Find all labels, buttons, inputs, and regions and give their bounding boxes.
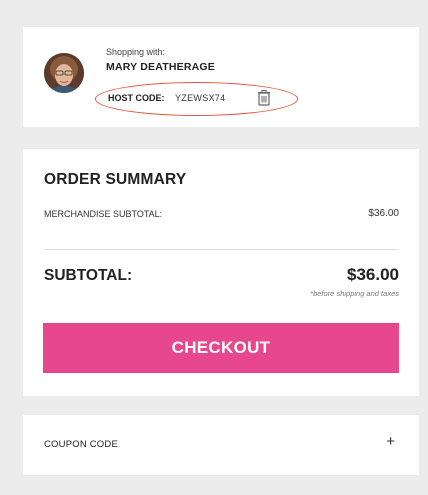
trash-icon[interactable] <box>256 89 272 107</box>
subtotal-note: *before shipping and taxes <box>310 289 399 298</box>
subtotal-value: $36.00 <box>347 265 399 284</box>
host-card: Shopping with: MARY DEATHERAGE HOST CODE… <box>23 27 419 127</box>
host-code-label: HOST CODE: <box>108 93 165 103</box>
coupon-code-label: COUPON CODE <box>44 439 118 450</box>
host-avatar <box>44 53 84 93</box>
host-code-highlight: HOST CODE: YZEWSX74 <box>95 82 298 116</box>
plus-icon[interactable]: + <box>386 434 395 449</box>
checkout-button[interactable]: CHECKOUT <box>43 323 399 373</box>
coupon-code-toggle[interactable]: COUPON CODE + <box>23 415 419 475</box>
subtotal-label: SUBTOTAL: <box>44 267 133 284</box>
shopping-with-label: Shopping with: <box>106 47 166 57</box>
merchandise-subtotal-label: MERCHANDISE SUBTOTAL: <box>44 209 163 219</box>
host-code-value: YZEWSX74 <box>175 93 226 103</box>
merchandise-subtotal-value: $36.00 <box>368 208 399 219</box>
order-summary-title: ORDER SUMMARY <box>44 171 187 188</box>
order-summary-card: ORDER SUMMARY MERCHANDISE SUBTOTAL: $36.… <box>23 149 419 396</box>
host-name: MARY DEATHERAGE <box>106 61 215 73</box>
summary-divider <box>44 249 399 250</box>
